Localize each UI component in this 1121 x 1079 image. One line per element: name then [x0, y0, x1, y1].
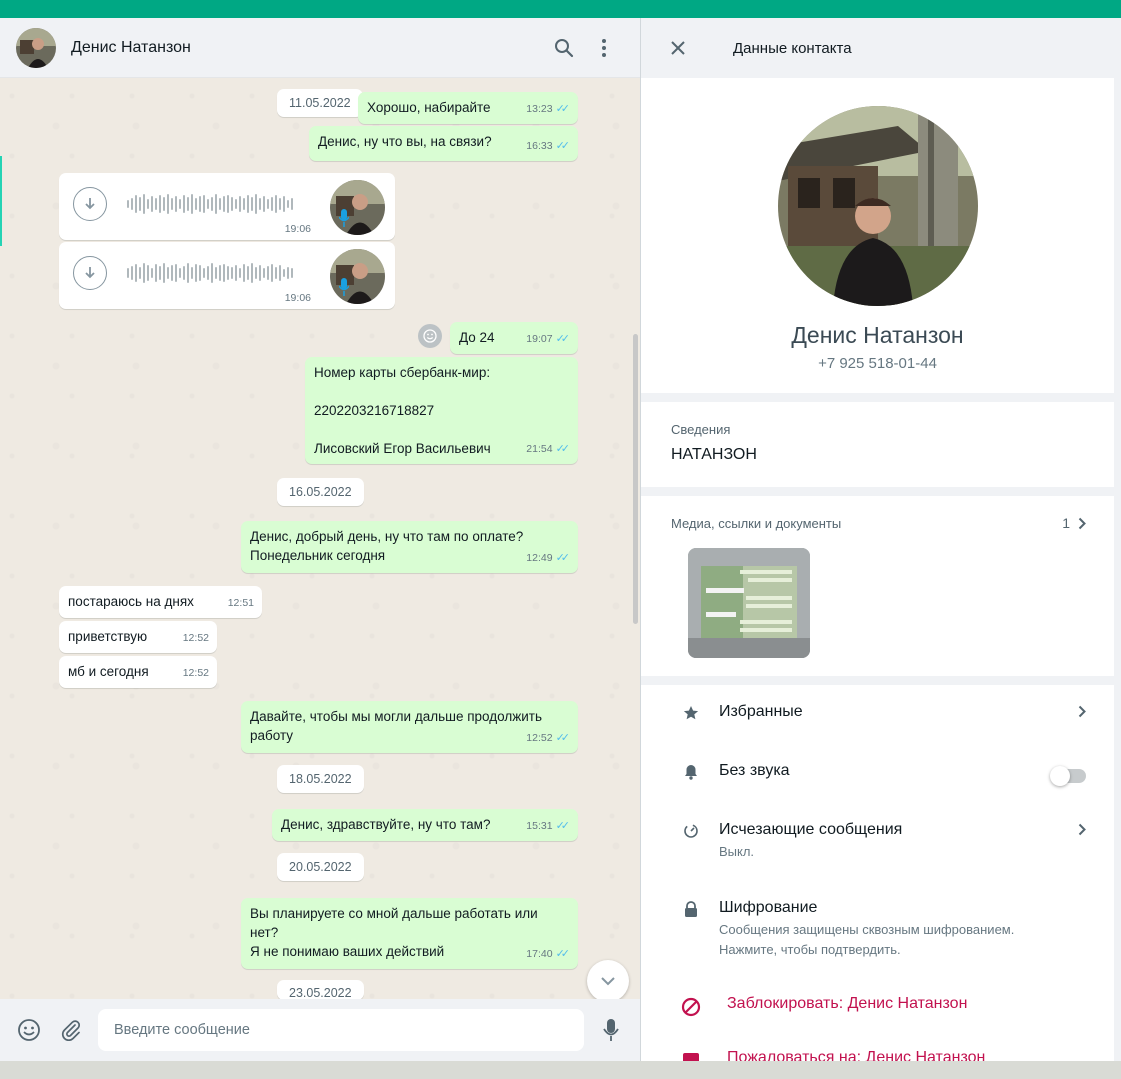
emoji-reaction-icon[interactable] [418, 324, 442, 348]
scroll-down-button[interactable] [587, 960, 629, 999]
timer-icon [681, 821, 701, 839]
read-ticks-icon: ✓✓ [555, 333, 571, 345]
chat-pane: Денис Натанзон 11.05.2022 Хорошо, набира… [0, 18, 641, 1061]
about-value: НАТАНЗОН [671, 446, 757, 463]
mic-icon [338, 278, 350, 301]
close-icon[interactable] [661, 31, 695, 65]
contact-info-pane: Данные контакта Денис Натанзон +7 925 51… [641, 18, 1121, 1063]
chat-header[interactable]: Денис Натанзон [0, 18, 640, 78]
message-outgoing[interactable]: Денис, ну что вы, на связи? 16:33 ✓✓ [309, 126, 578, 161]
scrollbar[interactable] [633, 334, 638, 624]
chevron-right-icon [1078, 517, 1086, 529]
block-icon [681, 995, 701, 1017]
waveform[interactable] [127, 262, 293, 284]
profile-photo[interactable] [777, 106, 978, 306]
emoji-icon[interactable] [14, 1015, 44, 1045]
bottom-bar [0, 1061, 1121, 1079]
bell-icon [681, 762, 701, 780]
encryption-row[interactable]: Шифрование Сообщения защищены сквозным ш… [681, 899, 1086, 960]
top-accent-bar [0, 0, 1121, 18]
read-ticks-icon: ✓✓ [555, 552, 571, 564]
disappearing-messages-row[interactable]: Исчезающие сообщения Выкл. [681, 821, 1086, 862]
lock-icon [681, 899, 701, 918]
media-thumbnail[interactable] [688, 548, 810, 658]
message-list[interactable]: 11.05.2022 Хорошо, набирайте 13:23 ✓✓ Ден… [0, 78, 640, 999]
mic-icon [338, 209, 350, 232]
media-section[interactable]: Медиа, ссылки и документы 1 [641, 496, 1114, 676]
media-label: Медиа, ссылки и документы [671, 516, 842, 531]
read-ticks-icon: ✓✓ [555, 443, 571, 455]
profile-name: Денис Натанзон [791, 322, 964, 348]
read-ticks-icon: ✓✓ [555, 103, 571, 115]
read-ticks-icon: ✓✓ [555, 140, 571, 152]
message-outgoing[interactable]: До 24 19:07 ✓✓ [450, 322, 578, 354]
starred-messages-row[interactable]: Избранные [681, 703, 1086, 723]
about-label: Сведения [671, 422, 731, 437]
message-outgoing[interactable]: Вы планируете со мной дальше работать ил… [241, 898, 578, 969]
message-outgoing[interactable]: Давайте, чтобы мы могли дальше продолжит… [241, 701, 578, 753]
voice-message[interactable]: 19:06 [59, 173, 395, 240]
contact-info-title: Данные контакта [733, 39, 852, 57]
message-outgoing[interactable]: Номер карты сбербанк-мир: 22022032167188… [305, 357, 578, 464]
chevron-right-icon [1078, 703, 1086, 723]
message-incoming[interactable]: мб и сегодня 12:52 [59, 656, 217, 688]
contact-info-header: Данные контакта [641, 18, 1121, 78]
star-icon [681, 703, 701, 721]
options-section: Избранные Без звука Исчезающие сообщения [641, 685, 1114, 1063]
message-input[interactable] [98, 1009, 584, 1051]
read-ticks-icon: ✓✓ [555, 732, 571, 744]
app-window: Денис Натанзон 11.05.2022 Хорошо, набира… [0, 18, 1121, 1063]
date-separator: 20.05.2022 [277, 853, 364, 881]
message-incoming[interactable]: приветствую 12:52 [59, 621, 217, 653]
attach-icon[interactable] [56, 1015, 86, 1045]
read-ticks-icon: ✓✓ [555, 948, 571, 960]
read-ticks-icon: ✓✓ [555, 820, 571, 832]
mute-toggle[interactable] [1050, 766, 1086, 786]
media-count[interactable]: 1 [1062, 515, 1086, 531]
message-incoming[interactable]: постараюсь на днях 12:51 [59, 586, 262, 618]
about-section: Сведения НАТАНЗОН [641, 402, 1114, 487]
download-icon[interactable] [73, 256, 107, 290]
contact-avatar[interactable] [16, 27, 56, 68]
chevron-right-icon [1078, 821, 1086, 841]
message-outgoing[interactable]: Хорошо, набирайте 13:23 ✓✓ [358, 92, 578, 124]
message-outgoing[interactable]: Денис, добрый день, ну что там по оплате… [241, 521, 578, 573]
chat-title: Денис Натанзон [71, 38, 191, 56]
profile-phone: +7 925 518-01-44 [818, 355, 937, 372]
date-separator: 18.05.2022 [277, 765, 364, 793]
composer [0, 999, 640, 1061]
date-separator: 23.05.2022 [277, 980, 364, 999]
date-separator: 11.05.2022 [277, 89, 363, 117]
microphone-icon[interactable] [596, 1015, 626, 1045]
waveform[interactable] [127, 193, 293, 215]
voice-message[interactable]: 19:06 [59, 242, 395, 309]
block-contact-row[interactable]: Заблокировать: Денис Натанзон [681, 995, 1086, 1017]
menu-icon[interactable] [584, 28, 624, 68]
message-outgoing[interactable]: Денис, здравствуйте, ну что там? 15:31 ✓✓ [272, 809, 578, 841]
search-icon[interactable] [544, 28, 584, 68]
date-separator: 16.05.2022 [277, 478, 364, 506]
mute-row[interactable]: Без звука [681, 762, 1086, 786]
download-icon[interactable] [73, 187, 107, 221]
profile-section: Денис Натанзон +7 925 518-01-44 [641, 78, 1114, 393]
contact-scrollbar[interactable] [1114, 78, 1121, 1061]
